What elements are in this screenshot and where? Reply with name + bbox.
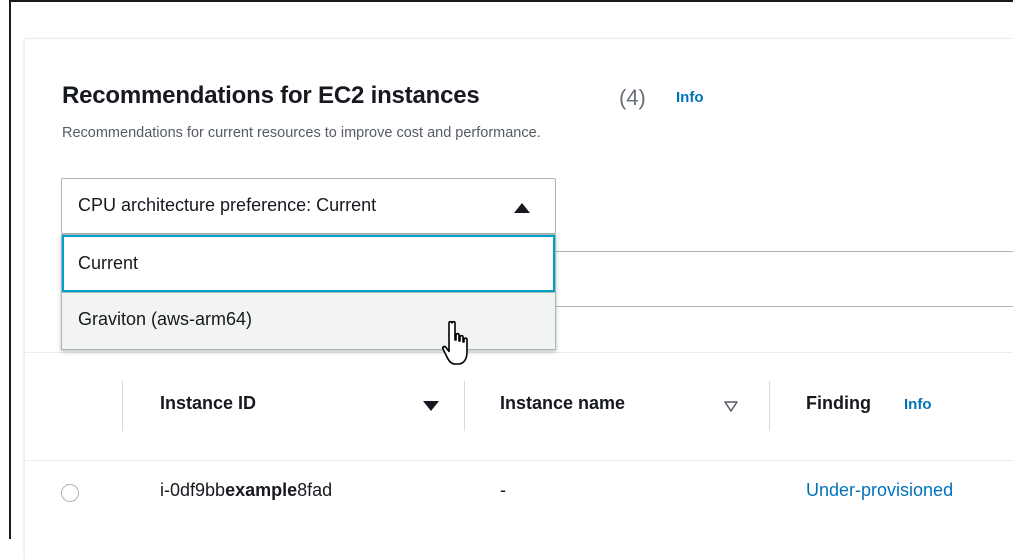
column-divider xyxy=(464,381,465,431)
hand-pointer-icon xyxy=(441,320,468,365)
column-divider xyxy=(769,381,770,431)
cpu-preference-dropdown: Current Graviton (aws-arm64) xyxy=(61,234,556,350)
sort-descending-icon[interactable] xyxy=(423,401,439,411)
column-divider xyxy=(122,381,123,431)
option-current-label: Current xyxy=(78,253,139,273)
window-frame-left xyxy=(9,0,11,539)
table-header-top-border xyxy=(24,352,1013,353)
option-graviton[interactable]: Graviton (aws-arm64) xyxy=(62,292,555,349)
option-graviton-label: Graviton (aws-arm64) xyxy=(78,309,253,329)
search-input[interactable] xyxy=(556,251,1013,307)
page-title: Recommendations for EC2 instances xyxy=(62,82,480,109)
cpu-architecture-preference-select[interactable]: CPU architecture preference: Current xyxy=(61,178,556,234)
window-frame-top xyxy=(9,0,1013,2)
cpu-preference-label: CPU architecture preference: Current xyxy=(78,195,377,215)
finding-link[interactable]: Under-provisioned xyxy=(806,480,953,501)
instance-name-cell: - xyxy=(500,480,506,500)
finding-info-link[interactable]: Info xyxy=(904,396,932,413)
title-info-link[interactable]: Info xyxy=(676,89,704,106)
option-current[interactable]: Current xyxy=(62,235,555,292)
instance-id-cell: i-0df9bbexample8fad xyxy=(160,480,333,500)
column-header-instance-id[interactable]: Instance ID xyxy=(160,393,256,414)
column-header-finding[interactable]: Finding xyxy=(806,393,871,414)
recommendation-count: (4) xyxy=(619,85,646,110)
caret-up-icon xyxy=(514,203,530,213)
table-row-border xyxy=(24,460,1013,461)
column-header-instance-name[interactable]: Instance name xyxy=(500,393,625,414)
sort-outline-icon[interactable] xyxy=(724,401,738,412)
page-description: Recommendations for current resources to… xyxy=(62,125,541,141)
row-select-radio[interactable] xyxy=(61,484,79,502)
